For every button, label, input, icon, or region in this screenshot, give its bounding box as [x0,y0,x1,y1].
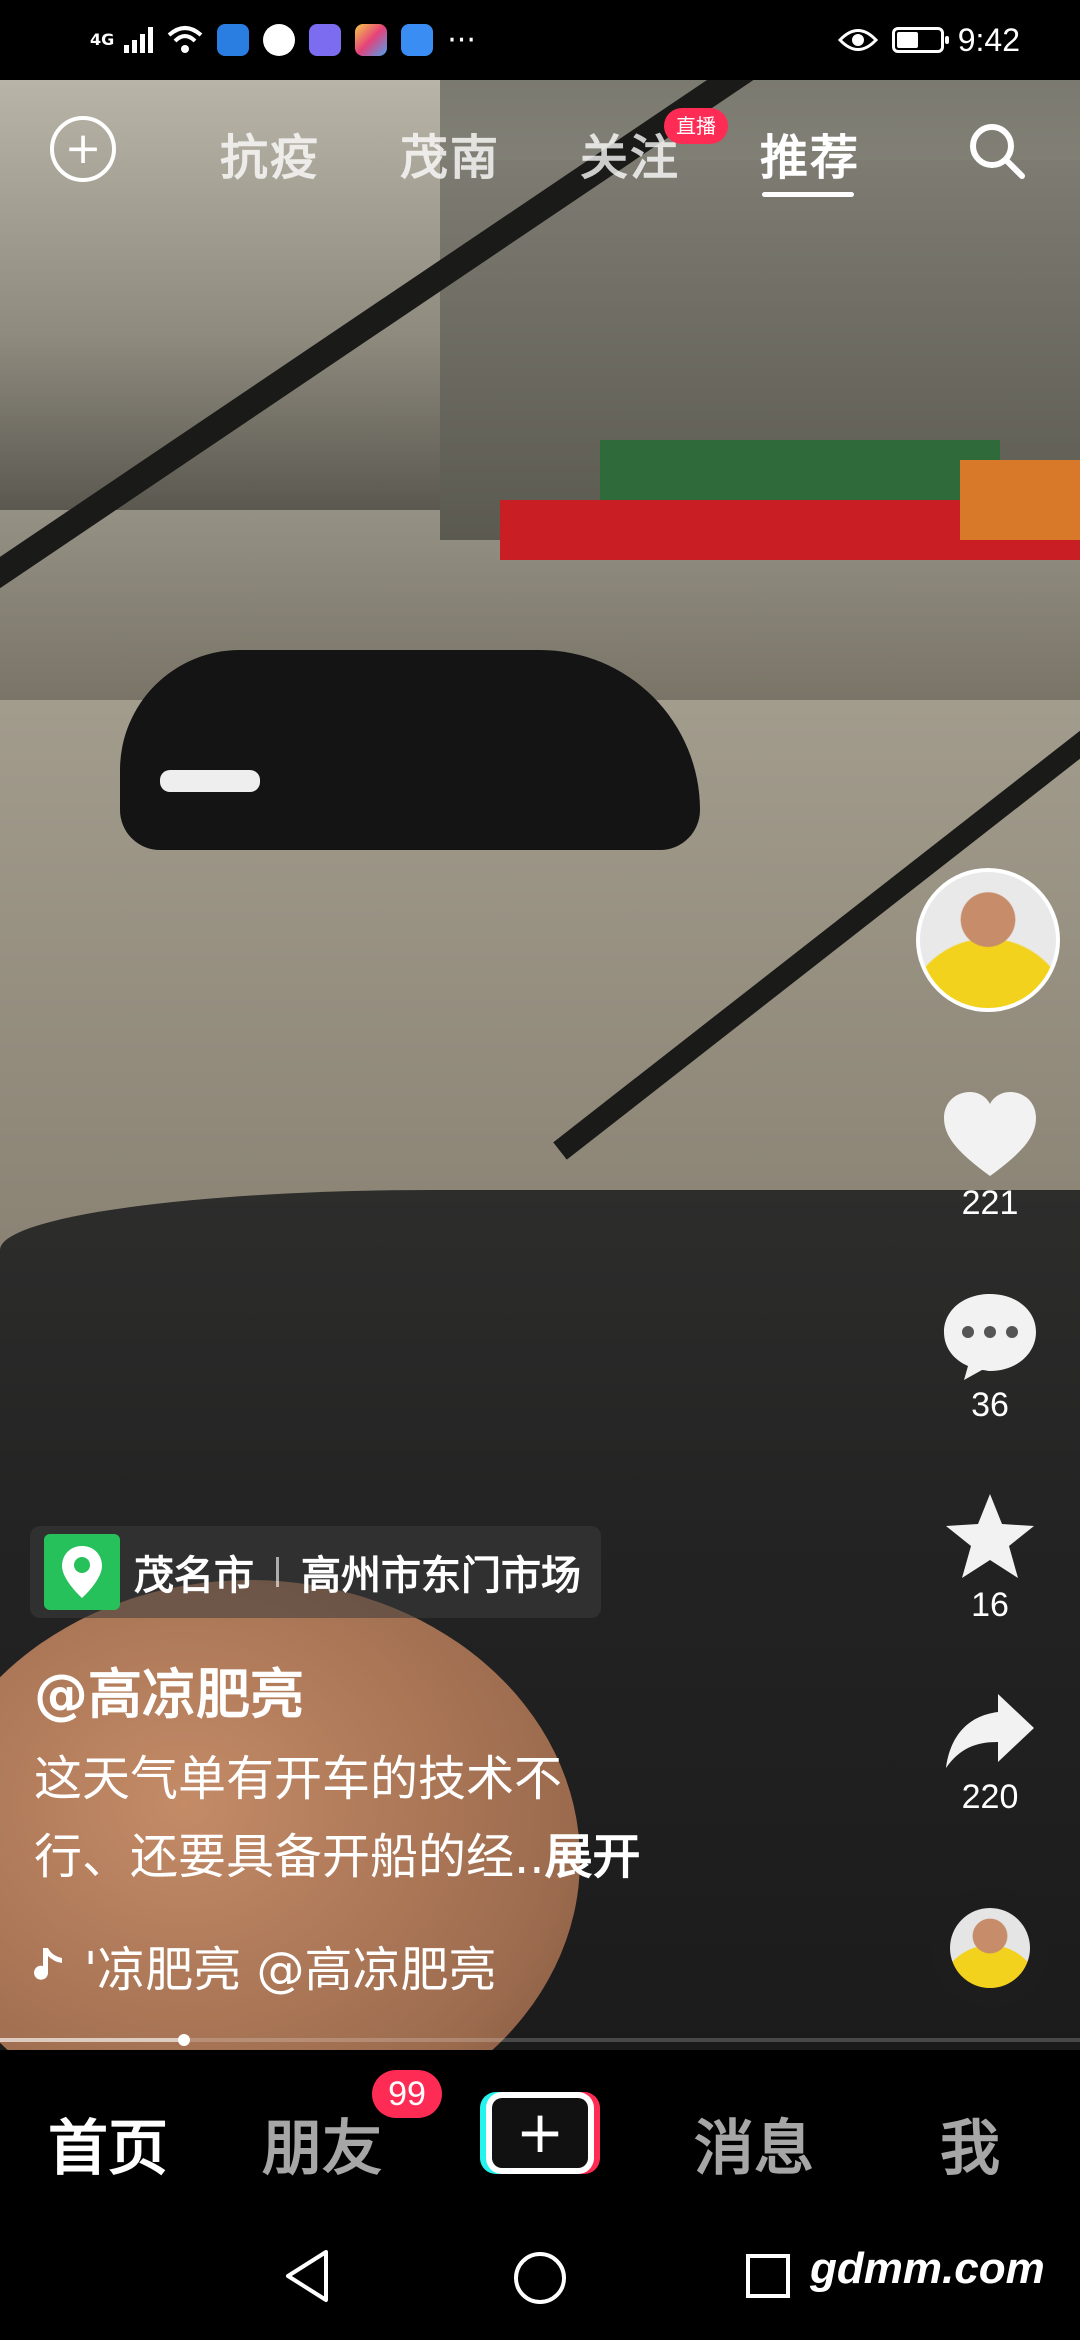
like-button[interactable]: 221 [930,1090,1050,1223]
more-notifications: ··· [447,22,476,58]
battery-level [896,32,918,48]
video-progress-fill [0,2038,184,2042]
comment-count: 36 [971,1386,1009,1424]
nav-friends[interactable]: 朋友 [262,2100,382,2187]
battery-icon [891,27,949,53]
music-app-icon [309,24,342,56]
tab-recommended[interactable]: 推荐 [760,118,860,188]
share-button[interactable]: 220 [930,1690,1050,1817]
favorite-count: 16 [971,1586,1009,1624]
tab-maonan[interactable]: 茂南 [400,118,500,188]
active-tab-indicator [762,192,854,197]
scene-car [120,650,700,850]
tab-kangyi[interactable]: 抗疫 [220,118,320,188]
nav-messages[interactable]: 消息 [694,2100,814,2187]
status-left: 4G ··· [90,23,476,58]
nav-home[interactable]: 首页 [48,2100,168,2187]
watermark: gdmm.com [810,2244,1045,2293]
author-avatar[interactable] [916,868,1060,1012]
like-count: 221 [961,1184,1019,1222]
create-button[interactable]: + [480,2092,600,2174]
favorite-button[interactable]: 16 [930,1490,1050,1625]
recents-square-icon[interactable] [744,2252,792,2300]
network-type: 4G [90,30,115,49]
clock: 9:42 [957,21,1020,58]
comment-icon [944,1294,1036,1380]
share-count: 220 [961,1778,1019,1816]
back-icon[interactable] [282,2248,332,2304]
live-badge: 直播 [664,108,728,144]
scene-shop-sign-green [600,440,1000,500]
bottom-nav: 首页 朋友 99 + 消息 我 [0,2050,1080,2220]
nav-me[interactable]: 我 [940,2100,1000,2187]
plus-icon: + [492,2098,588,2168]
music-text: '凉肥亮 @高凉肥亮 [84,1942,497,1998]
wifi-icon [167,26,203,53]
signal-icon [124,27,154,53]
music-disc-icon[interactable] [930,1888,1050,2008]
post-caption: 这天气单有开车的技术不 行、还要具备开船的经..展开 [34,1740,794,1896]
video-progress-handle[interactable] [177,2034,190,2046]
browser-app-icon [263,24,296,56]
comment-button[interactable]: 36 [930,1290,1050,1425]
scene-car-headlight [160,770,260,792]
location-city: 茂名市 [134,1553,254,1599]
eye-icon [837,29,878,51]
weather-app-icon [401,24,434,56]
heart-icon [944,1092,1036,1176]
top-tabs: + 抗疫 茂南 关注 直播 推荐 [0,100,1080,210]
shield-app-icon [217,24,250,56]
post-username[interactable]: @高凉肥亮 [34,1650,304,1729]
caption-line-1: 这天气单有开车的技术不 [34,1751,563,1807]
gallery-app-icon [355,24,388,56]
expand-link[interactable]: 展开 [545,1829,641,1885]
search-icon[interactable] [966,120,1028,182]
scene-shop-sign-orange [960,460,1080,540]
star-icon [946,1494,1034,1578]
video-progress-bar[interactable] [0,2034,1080,2046]
music-note-icon [34,1948,62,1980]
friends-badge: 99 [372,2070,442,2118]
music-disc-avatar [950,1908,1030,1988]
add-circle-icon[interactable]: + [50,116,116,182]
status-right: 9:42 [837,21,1020,59]
location-tag[interactable]: 茂名市 高州市东门市场 [30,1526,601,1618]
caption-line-2: 行、还要具备开船的经.. [34,1829,545,1885]
status-bar: 4G ··· 9:42 [0,0,1080,80]
share-icon [946,1694,1034,1768]
location-place: 高州市东门市场 [301,1553,581,1599]
system-nav-bar: gdmm.com [0,2220,1080,2340]
music-ticker[interactable]: '凉肥亮 @高凉肥亮 [34,1930,594,2000]
location-pin-icon [44,1534,120,1610]
location-divider [276,1557,279,1587]
home-circle-icon[interactable] [512,2250,568,2306]
